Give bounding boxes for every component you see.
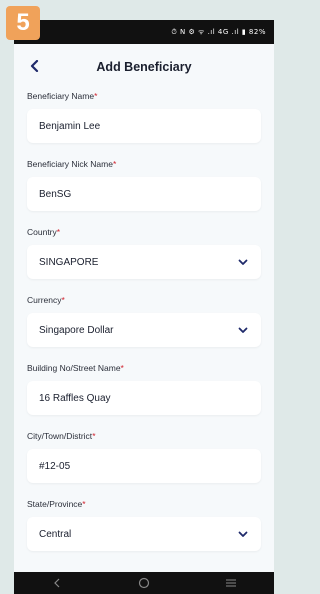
nav-back-button[interactable] <box>42 575 72 591</box>
field-label: Beneficiary Nick Name* <box>27 159 117 169</box>
field-label: State/Province* <box>27 499 86 509</box>
state-select[interactable]: Central <box>27 517 261 551</box>
nav-menu-button[interactable] <box>216 575 246 591</box>
nav-home-button[interactable] <box>129 575 159 591</box>
field-currency: Currency* Singapore Dollar <box>27 294 261 347</box>
field-label: Beneficiary Name* <box>27 91 98 101</box>
phone-screen: ⏱ N ⚙ ᯤ .ıl 4G .ıl ▮ 82% Add Beneficiary… <box>14 20 274 594</box>
field-city: City/Town/District* #12-05 <box>27 430 261 483</box>
status-icons: ⏱ N ⚙ ᯤ .ıl 4G .ıl ▮ 82% <box>171 27 266 36</box>
field-beneficiary-nick-name: Beneficiary Nick Name* BenSG <box>27 158 261 211</box>
city-input[interactable]: #12-05 <box>27 449 261 483</box>
nav-menu-icon <box>225 579 236 587</box>
beneficiary-form: Beneficiary Name* Benjamin Lee Beneficia… <box>14 90 274 551</box>
field-beneficiary-name: Beneficiary Name* Benjamin Lee <box>27 90 261 143</box>
country-select[interactable]: SINGAPORE <box>27 245 261 279</box>
chevron-down-icon <box>237 256 249 268</box>
select-value: SINGAPORE <box>39 256 99 268</box>
field-label: City/Town/District* <box>27 431 96 441</box>
chevron-down-icon <box>237 528 249 540</box>
page-title: Add Beneficiary <box>96 60 192 74</box>
input-value: 16 Raffles Quay <box>39 392 111 404</box>
building-street-input[interactable]: 16 Raffles Quay <box>27 381 261 415</box>
field-country: Country* SINGAPORE <box>27 226 261 279</box>
chevron-left-icon <box>30 60 39 72</box>
field-building-street: Building No/Street Name* 16 Raffles Quay <box>27 362 261 415</box>
field-label: Building No/Street Name* <box>27 363 124 373</box>
beneficiary-name-input[interactable]: Benjamin Lee <box>27 109 261 143</box>
status-bar: ⏱ N ⚙ ᯤ .ıl 4G .ıl ▮ 82% <box>14 20 274 44</box>
input-value: Benjamin Lee <box>39 120 101 132</box>
select-value: Central <box>39 528 72 540</box>
select-value: Singapore Dollar <box>39 324 114 336</box>
field-state: State/Province* Central <box>27 498 261 551</box>
step-badge: 5 <box>6 6 40 40</box>
nav-back-icon <box>54 578 60 588</box>
back-button[interactable] <box>26 57 44 75</box>
field-label: Country* <box>27 227 61 237</box>
input-value: BenSG <box>39 188 72 200</box>
beneficiary-nick-name-input[interactable]: BenSG <box>27 177 261 211</box>
nav-home-icon <box>138 577 150 589</box>
system-nav-bar <box>14 572 274 594</box>
input-value: #12-05 <box>39 460 71 472</box>
field-label: Currency* <box>27 295 65 305</box>
chevron-down-icon <box>237 324 249 336</box>
app-header: Add Beneficiary <box>14 44 274 90</box>
currency-select[interactable]: Singapore Dollar <box>27 313 261 347</box>
